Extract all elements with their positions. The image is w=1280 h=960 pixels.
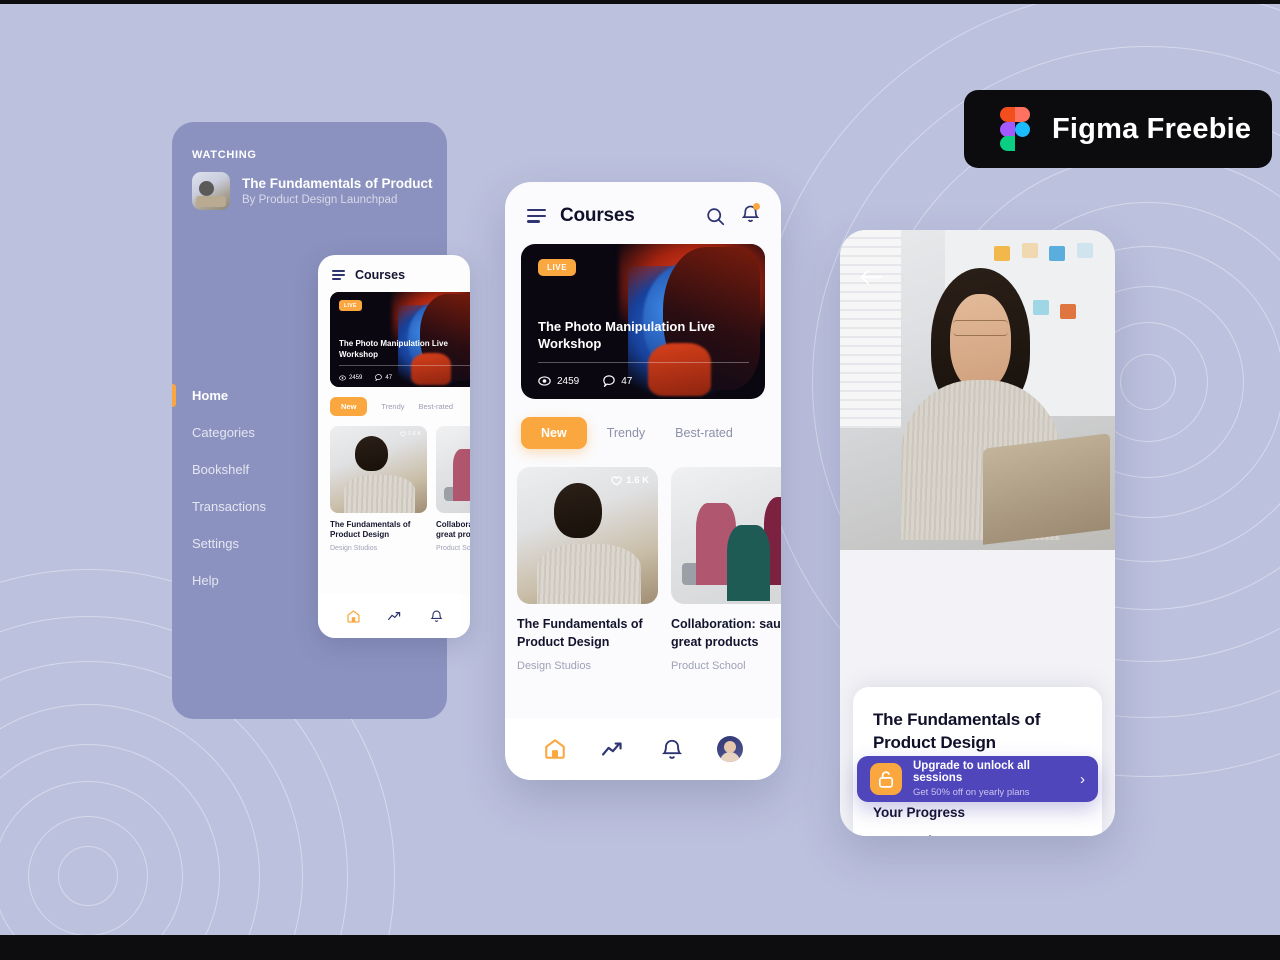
small-hero-title: The Photo Manipulation Live Workshop — [339, 339, 448, 359]
small-bottom-nav — [318, 594, 470, 638]
home-icon[interactable] — [543, 737, 567, 761]
notification-dot — [753, 203, 760, 210]
watching-course[interactable]: The Fundamentals of Product By Product D… — [192, 172, 433, 210]
arrow-left-icon[interactable] — [860, 266, 882, 288]
window-top-bar — [0, 0, 1280, 4]
course-card-list: 1.6 K The Fundamentals of Product Design… — [505, 449, 781, 672]
bottom-nav — [505, 718, 781, 780]
comment-icon — [375, 374, 383, 381]
figma-freebie-badge: Figma Freebie — [964, 90, 1272, 168]
watching-label: WATCHING — [192, 149, 257, 161]
like-count[interactable]: 1.6 K — [611, 475, 649, 486]
small-card-image: 1.6 K — [330, 426, 427, 513]
filter-tabs: New Trendy Best-rated — [505, 399, 781, 449]
course-card-image: 1.6 K — [517, 467, 658, 604]
list-item[interactable]: 1.6 K The Fundamentals of Product Design… — [330, 426, 427, 552]
small-card-list: 1.6 K The Fundamentals of Product Design… — [318, 416, 470, 552]
phone-mockup-courses: Courses LIVE The Photo Manipulation Live… — [505, 182, 781, 780]
list-item[interactable]: Collaboration: sauce to great products P… — [671, 467, 781, 672]
bell-icon[interactable] — [430, 609, 443, 623]
session-row[interactable]: Session 1 Basics of UX Design — [873, 820, 1082, 836]
header-actions — [706, 203, 760, 228]
comment-icon — [603, 375, 615, 387]
small-card-author: Design Studios — [330, 544, 378, 552]
small-like-count: 1.6 K — [400, 431, 421, 437]
small-card-title: Collaboration: sauce to great products — [436, 520, 470, 540]
hero-comment-count: 47 — [603, 375, 632, 387]
hero-stats: 2459 47 — [538, 375, 632, 387]
session-name: Session 1 — [899, 834, 999, 836]
tab-best-rated[interactable]: Best-rated — [665, 426, 743, 440]
course-card-author: Product School — [671, 659, 746, 672]
bell-icon[interactable] — [661, 738, 682, 760]
live-badge: LIVE — [538, 259, 577, 276]
hero-view-count: 2459 — [538, 376, 579, 387]
heart-icon — [400, 431, 407, 437]
tab-trendy[interactable]: Trendy — [597, 426, 655, 440]
course-card-title: Collaboration: sauce to great products — [671, 617, 781, 649]
trending-icon[interactable] — [387, 610, 403, 622]
small-header: Courses — [318, 255, 470, 282]
small-card-author: Product School — [436, 544, 470, 552]
hero-divider — [538, 362, 749, 363]
list-item[interactable]: Collaboration: sauce to great products P… — [436, 426, 470, 552]
course-card-image — [671, 467, 781, 604]
small-live-badge: LIVE — [339, 300, 362, 311]
small-hero-divider — [339, 365, 470, 366]
upgrade-subtitle: Get 50% off on yearly plans — [913, 787, 1030, 798]
trending-icon[interactable] — [602, 740, 626, 758]
figma-badge-label: Figma Freebie — [1052, 112, 1252, 145]
tab-new[interactable]: New — [521, 417, 587, 449]
page-title: Courses — [560, 205, 635, 226]
phone-mockup-detail: 2.3 K 1.6 K 1.6 K The Fundamentals of Pr… — [840, 230, 1115, 836]
detail-title: The Fundamentals of Product Design — [873, 710, 1041, 752]
small-tabs: New Trendy Best-rated — [318, 387, 470, 416]
window-bottom-bar — [0, 935, 1280, 960]
home-icon[interactable] — [346, 609, 361, 624]
avatar[interactable] — [717, 736, 744, 762]
notification-wrapper[interactable] — [741, 203, 760, 228]
small-hero-card[interactable]: LIVE The Photo Manipulation Live Worksho… — [330, 292, 470, 387]
phone-mockup-small: Courses LIVE The Photo Manipulation Live… — [318, 255, 470, 638]
small-hero-stats: 2459 47 — [339, 374, 392, 381]
showcase-canvas: Figma Freebie WATCHING The Fundamentals … — [0, 4, 1280, 935]
progress-heading: Your Progress — [873, 805, 966, 821]
small-card-image — [436, 426, 470, 513]
small-comments: 47 — [375, 374, 392, 381]
courses-header: Courses — [505, 182, 781, 228]
small-tab-best-rated[interactable]: Best-rated — [419, 402, 454, 411]
watching-author: By Product Design Launchpad — [242, 194, 398, 207]
small-card-title: The Fundamentals of Product Design — [330, 520, 411, 540]
detail-hero-image — [840, 230, 1115, 550]
small-views: 2459 — [339, 375, 362, 381]
upgrade-title: Upgrade to unlock all sessions — [913, 760, 1030, 784]
search-icon[interactable] — [706, 207, 725, 226]
small-tab-new[interactable]: New — [330, 397, 368, 416]
list-item[interactable]: 1.6 K The Fundamentals of Product Design… — [517, 467, 658, 672]
hamburger-icon[interactable] — [527, 209, 546, 223]
eye-icon — [339, 375, 346, 380]
small-page-title: Courses — [355, 268, 406, 282]
hamburger-icon[interactable] — [332, 270, 345, 280]
figma-logo-icon — [1000, 107, 1030, 151]
course-card-title: The Fundamentals of Product Design — [517, 617, 643, 649]
course-card-author: Design Studios — [517, 659, 591, 672]
watching-thumbnail — [192, 172, 230, 210]
unlock-icon — [870, 763, 902, 795]
watching-title: The Fundamentals of Product — [242, 175, 433, 191]
live-hero-card[interactable]: LIVE The Photo Manipulation Live Worksho… — [521, 244, 765, 399]
small-tab-trendy[interactable]: Trendy — [381, 402, 404, 411]
upgrade-banner[interactable]: Upgrade to unlock all sessions Get 50% o… — [857, 756, 1098, 802]
chevron-right-icon[interactable]: › — [1080, 771, 1085, 788]
heart-icon — [611, 475, 623, 486]
eye-icon — [538, 376, 551, 386]
hero-title: The Photo Manipulation Live Workshop — [538, 318, 715, 352]
